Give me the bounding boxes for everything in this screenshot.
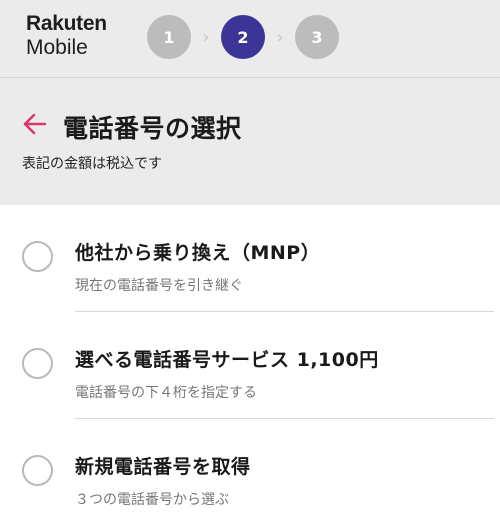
page-title: 電話番号の選択: [63, 114, 242, 143]
app-header: Rakuten Mobile 1 › 2 › 3: [0, 0, 500, 78]
logo-product: Mobile: [26, 36, 88, 59]
option-new-number[interactable]: 新規電話番号を取得 ３つの電話番号から選ぶ: [0, 419, 500, 524]
option-title: 他社から乗り換え（MNP）: [75, 242, 321, 264]
tax-note: 表記の金額は税込です: [22, 156, 162, 172]
step-2-current: 2: [221, 15, 265, 59]
rakuten-mobile-logo[interactable]: Rakuten Mobile: [26, 13, 107, 58]
option-title: 新規電話番号を取得: [75, 456, 251, 478]
radio-button[interactable]: [22, 455, 53, 486]
chevron-right-icon: ›: [276, 26, 284, 48]
step-indicator: 1 › 2 › 3: [147, 15, 339, 59]
radio-button[interactable]: [22, 241, 53, 272]
number-option-list: 他社から乗り換え（MNP） 現在の電話番号を引き継ぐ 選べる電話番号サービス 1…: [0, 205, 500, 524]
option-mnp[interactable]: 他社から乗り換え（MNP） 現在の電話番号を引き継ぐ: [0, 205, 500, 312]
back-arrow-icon[interactable]: [22, 111, 48, 137]
step-1: 1: [147, 15, 191, 59]
option-choose-number[interactable]: 選べる電話番号サービス 1,100円 電話番号の下４桁を指定する: [0, 312, 500, 419]
logo-brand: Rakuten: [26, 12, 107, 35]
page-title-section: 電話番号の選択 表記の金額は税込です: [0, 78, 500, 205]
option-title: 選べる電話番号サービス 1,100円: [75, 349, 379, 371]
radio-button[interactable]: [22, 348, 53, 379]
option-subtitle: 現在の電話番号を引き継ぐ: [75, 278, 243, 294]
step-3: 3: [295, 15, 339, 59]
chevron-right-icon: ›: [202, 26, 210, 48]
option-subtitle: ３つの電話番号から選ぶ: [75, 492, 229, 508]
option-subtitle: 電話番号の下４桁を指定する: [75, 385, 257, 401]
